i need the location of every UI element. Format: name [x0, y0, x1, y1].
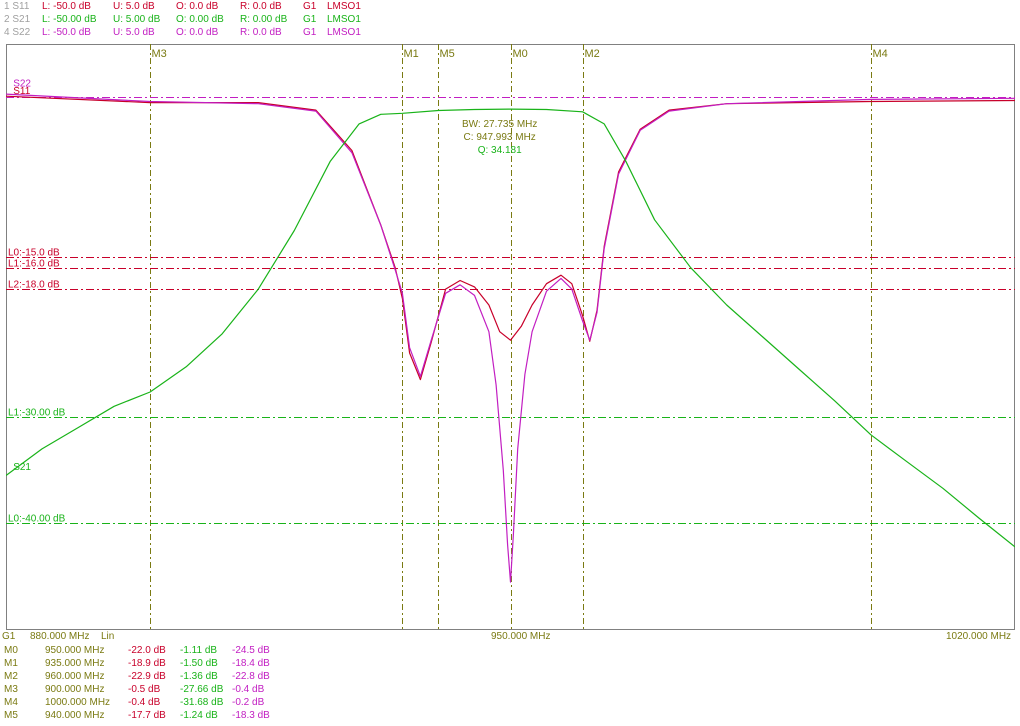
trace-id: 1 S11 [4, 1, 30, 12]
marker-s11-value: -22.0 dB [128, 645, 166, 656]
marker-name: M5 [4, 710, 18, 721]
marker-s11-value: -0.4 dB [128, 697, 161, 708]
marker-frequency: 950.000 MHz [45, 645, 105, 656]
bandwidth-annotation-0: BW: 27.735 MHz [462, 119, 537, 130]
trace-group: G1 [303, 27, 317, 38]
marker-label-m4: M4 [873, 48, 888, 60]
trace-label-s11: S11 [13, 86, 30, 97]
limit-line-label: L2:-18.0 dB [8, 280, 60, 291]
marker-s22-value: -0.4 dB [232, 684, 265, 695]
trace-offset: O: 0.0 dB [176, 27, 219, 38]
marker-s11-value: -17.7 dB [128, 710, 166, 721]
marker-label-m1: M1 [404, 48, 419, 60]
marker-label-m3: M3 [152, 48, 167, 60]
trace-s22 [6, 93, 1015, 583]
marker-label-m5: M5 [440, 48, 455, 60]
marker-s22-value: -24.5 dB [232, 645, 270, 656]
trace-lower-limit: L: -50.0 dB [42, 27, 91, 38]
trace-upper-limit: U: 5.0 dB [113, 27, 155, 38]
marker-s22-value: -18.4 dB [232, 658, 270, 669]
bandwidth-annotation-1: C: 947.993 MHz [464, 132, 536, 143]
sparameter-chart[interactable]: M0 M1 M2 M3 M4 M5 L0:-15.0 dBL1:-16.0 dB L2:-18… [6, 44, 1015, 630]
trace-format: LMSO1 [327, 14, 361, 25]
marker-s11-value: -18.9 dB [128, 658, 166, 669]
marker-s22-value: -22.8 dB [232, 671, 270, 682]
trace-upper-limit: U: 5.0 dB [113, 1, 155, 12]
marker-label-m2: M2 [585, 48, 600, 60]
marker-frequency: 1000.000 MHz [45, 697, 111, 708]
marker-frequency: 960.000 MHz [45, 671, 105, 682]
marker-s21-value: -1.11 dB [180, 645, 218, 656]
trace-group: G1 [303, 1, 317, 12]
trace-lower-limit: L: -50.0 dB [42, 1, 91, 12]
trace-offset: O: 0.0 dB [176, 1, 219, 12]
trace-group: G1 [303, 14, 317, 25]
marker-name: M3 [4, 684, 18, 695]
axis-stop: 1020.000 MHz [946, 631, 1012, 642]
marker-frequency: 940.000 MHz [45, 710, 105, 721]
marker-name: M0 [4, 645, 18, 656]
axis-center: 950.000 MHz [491, 631, 551, 642]
marker-s21-value: -27.66 dB [180, 684, 224, 695]
axis-scale: Lin [101, 631, 115, 642]
trace-label-s21: S21 [13, 462, 31, 473]
trace-upper-limit: U: 5.00 dB [113, 14, 161, 25]
limit-line-label: L0:-40.00 dB [8, 514, 66, 525]
trace-reference: R: 0.0 dB [240, 1, 282, 12]
trace-s21 [6, 108, 1015, 548]
trace-format: LMSO1 [327, 1, 361, 12]
marker-s22-value: -0.2 dB [232, 697, 265, 708]
frequency-axis: G1 880.000 MHz Lin 950.000 MHz 1020.000 … [0, 630, 1020, 644]
limit-line-label: L0:-15.0 dB [8, 248, 60, 259]
limit-line-label: L1:-30.00 dB [8, 408, 66, 419]
marker-s22-value: -18.3 dB [232, 710, 270, 721]
marker-s21-value: -31.68 dB [180, 697, 224, 708]
trace-lower-limit: L: -50.00 dB [42, 14, 97, 25]
bandwidth-annotation-2: Q: 34.181 [478, 145, 522, 156]
marker-label-m0: M0 [513, 48, 528, 60]
trace-format: LMSO1 [327, 27, 361, 38]
marker-s11-value: -22.9 dB [128, 671, 166, 682]
marker-name: M2 [4, 671, 18, 682]
marker-s21-value: -1.50 dB [180, 658, 218, 669]
trace-id: 2 S21 [4, 14, 31, 25]
axis-start: 880.000 MHz [30, 631, 90, 642]
trace-offset: O: 0.00 dB [176, 14, 224, 25]
plot-area[interactable]: M0 M1 M2 M3 M4 M5 L0:-15.0 dB L1:-16.0 dB L2:-18… [6, 44, 1015, 630]
marker-s21-value: -1.36 dB [180, 671, 218, 682]
marker-s11-value: -0.5 dB [128, 684, 161, 695]
marker-s21-value: -1.24 dB [180, 710, 218, 721]
axis-group: G1 [2, 631, 16, 642]
marker-frequency: 900.000 MHz [45, 684, 105, 695]
trace-reference: R: 0.00 dB [240, 14, 288, 25]
trace-id: 4 S22 [4, 27, 31, 38]
marker-name: M1 [4, 658, 18, 669]
marker-frequency: 935.000 MHz [45, 658, 105, 669]
marker-name: M4 [4, 697, 18, 708]
trace-reference: R: 0.0 dB [240, 27, 282, 38]
marker-table: M0 950.000 MHz -22.0 dB -1.11 dB -24.5 d… [0, 644, 1020, 726]
trace-header: 1 S11 L: -50.0 dB U: 5.0 dB O: 0.0 dB R:… [0, 0, 1020, 44]
limit-line-label: L1:-16.0 dB [8, 259, 60, 270]
